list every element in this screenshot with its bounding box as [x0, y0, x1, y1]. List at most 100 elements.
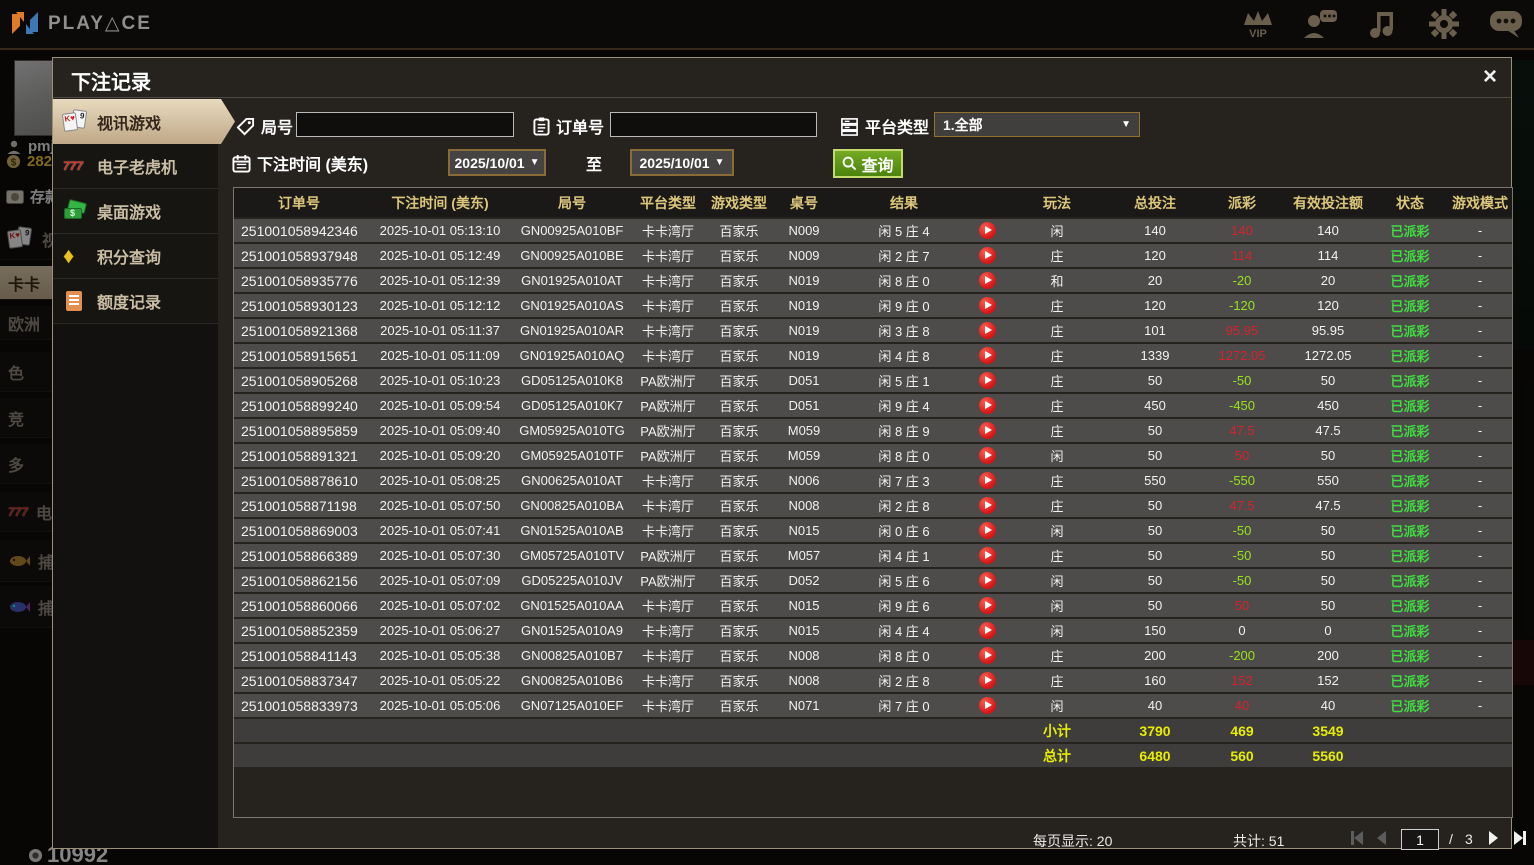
play-icon[interactable] — [978, 572, 996, 590]
chevron-down-icon: ▼ — [529, 157, 540, 168]
date-from-select[interactable]: 2025/10/01 ▼ — [448, 149, 546, 176]
cell-game-type: 百家乐 — [708, 468, 770, 494]
play-icon[interactable] — [978, 272, 996, 290]
modal-title: 下注记录 — [71, 72, 151, 94]
time-filter-label: 下注时间 (美东) — [232, 151, 368, 175]
cell-valid-bet: 50 — [1284, 443, 1372, 469]
play-icon[interactable] — [978, 472, 996, 490]
cell-payout: 50 — [1200, 443, 1284, 469]
table-row: 251001058878610 2025-10-01 05:08:25 GN0062… — [234, 468, 1512, 494]
cell-bet-type: 庄 — [1004, 493, 1110, 519]
cell-replay — [970, 343, 1004, 369]
records-table: 订单号 下注时间 (美东) 局号 平台类型 游戏类型 桌号 结果 玩法 总投注 派彩 有效投注额 状态… — [234, 188, 1512, 769]
cell-game-mode: - — [1448, 293, 1512, 319]
play-icon[interactable] — [978, 547, 996, 565]
cell-round-id: GM05725A010TV — [516, 543, 628, 569]
cell-replay — [970, 368, 1004, 394]
cell-table-id: N015 — [770, 518, 838, 544]
tab-label: 电子老虎机 — [97, 160, 178, 177]
query-button-label: 查询 — [861, 157, 894, 175]
cell-replay — [970, 668, 1004, 694]
cell-replay — [970, 543, 1004, 569]
prev-page-button[interactable] — [1377, 831, 1395, 847]
vip-icon[interactable]: VIP — [1240, 6, 1276, 42]
page-separator: / — [1449, 831, 1453, 847]
play-icon[interactable] — [978, 672, 996, 690]
topbar-icons: VIP — [1240, 6, 1524, 42]
search-icon — [843, 156, 857, 171]
cell-platform: 卡卡湾厅 — [628, 668, 708, 694]
cell-round-id: GN01925A010AQ — [516, 343, 628, 369]
table-row: 251001058895859 2025-10-01 05:09:40 GM0592… — [234, 418, 1512, 444]
cell-bet-type: 闲 — [1004, 593, 1110, 619]
cell-valid-bet: 50 — [1284, 593, 1372, 619]
cell-replay — [970, 468, 1004, 494]
play-icon[interactable] — [978, 597, 996, 615]
play-icon[interactable] — [978, 247, 996, 265]
cell-platform: 卡卡湾厅 — [628, 343, 708, 369]
cell-bet-time: 2025-10-01 05:07:02 — [364, 593, 516, 619]
play-icon[interactable] — [978, 447, 996, 465]
round-input[interactable] — [296, 112, 514, 137]
play-icon[interactable] — [978, 347, 996, 365]
cell-game-mode: - — [1448, 243, 1512, 269]
cell-table-id: N008 — [770, 643, 838, 669]
cell-bet-time: 2025-10-01 05:08:25 — [364, 468, 516, 494]
close-icon[interactable]: × — [1483, 64, 1497, 90]
cell-round-id: GD05125A010K8 — [516, 368, 628, 394]
support-chat-icon[interactable] — [1302, 6, 1338, 42]
music-icon[interactable] — [1364, 6, 1400, 42]
cell-platform: PA欧洲厅 — [628, 443, 708, 469]
page-number-input[interactable] — [1401, 829, 1439, 850]
cell-status: 已派彩 — [1372, 568, 1448, 594]
cell-status: 已派彩 — [1372, 518, 1448, 544]
play-icon[interactable] — [978, 647, 996, 665]
cell-order-id: 251001058866389 — [234, 543, 364, 569]
cell-valid-bet: 50 — [1284, 568, 1372, 594]
next-page-button[interactable] — [1489, 831, 1507, 847]
playace-logo[interactable]: PLAY△CE — [10, 8, 152, 38]
play-icon[interactable] — [978, 522, 996, 540]
cell-valid-bet: 114 — [1284, 243, 1372, 269]
play-icon[interactable] — [978, 497, 996, 515]
tab-slots[interactable]: 777 电子老虎机 — [53, 144, 218, 189]
cell-round-id: GN00925A010BF — [516, 218, 628, 244]
cell-table-id: N009 — [770, 218, 838, 244]
play-icon[interactable] — [978, 297, 996, 315]
cell-table-id: N019 — [770, 318, 838, 344]
cell-payout: 0 — [1200, 618, 1284, 644]
play-icon[interactable] — [978, 697, 996, 715]
play-icon[interactable] — [978, 422, 996, 440]
query-button[interactable]: 查询 — [833, 149, 903, 178]
tab-table-games[interactable]: 桌面游戏 — [53, 189, 218, 234]
cell-result: 闲 0 庄 6 — [838, 518, 970, 544]
cell-bet-type: 庄 — [1004, 393, 1110, 419]
cell-round-id: GN00825A010BA — [516, 493, 628, 519]
play-icon[interactable] — [978, 397, 996, 415]
first-page-button[interactable] — [1351, 831, 1369, 847]
play-icon[interactable] — [978, 222, 996, 240]
platform-select[interactable]: 1.全部 ▼ — [934, 112, 1140, 137]
cell-status: 已派彩 — [1372, 668, 1448, 694]
cell-game-type: 百家乐 — [708, 668, 770, 694]
tab-points-query[interactable]: ♦ 积分查询 — [53, 234, 218, 279]
play-icon[interactable] — [978, 372, 996, 390]
cell-table-id: N019 — [770, 268, 838, 294]
cell-game-type: 百家乐 — [708, 218, 770, 244]
gear-icon[interactable] — [1426, 6, 1462, 42]
last-page-button[interactable] — [1514, 831, 1532, 847]
cell-total-bet: 101 — [1110, 318, 1200, 344]
cell-result: 闲 4 庄 4 — [838, 618, 970, 644]
order-filter-label: 订单号 — [533, 114, 604, 138]
order-input[interactable] — [610, 112, 817, 137]
column-header: 派彩 — [1200, 188, 1284, 219]
messages-icon[interactable] — [1488, 6, 1524, 42]
tab-video-games[interactable]: 9 K♥ 视讯游戏 — [53, 99, 235, 144]
cell-replay — [970, 693, 1004, 719]
date-to-select[interactable]: 2025/10/01 ▼ — [630, 149, 734, 176]
play-icon[interactable] — [978, 322, 996, 340]
tab-credit-record[interactable]: 额度记录 — [53, 279, 218, 324]
cell-payout: 47.5 — [1200, 493, 1284, 519]
play-icon[interactable] — [978, 622, 996, 640]
sum-payout: 469 — [1200, 718, 1284, 744]
